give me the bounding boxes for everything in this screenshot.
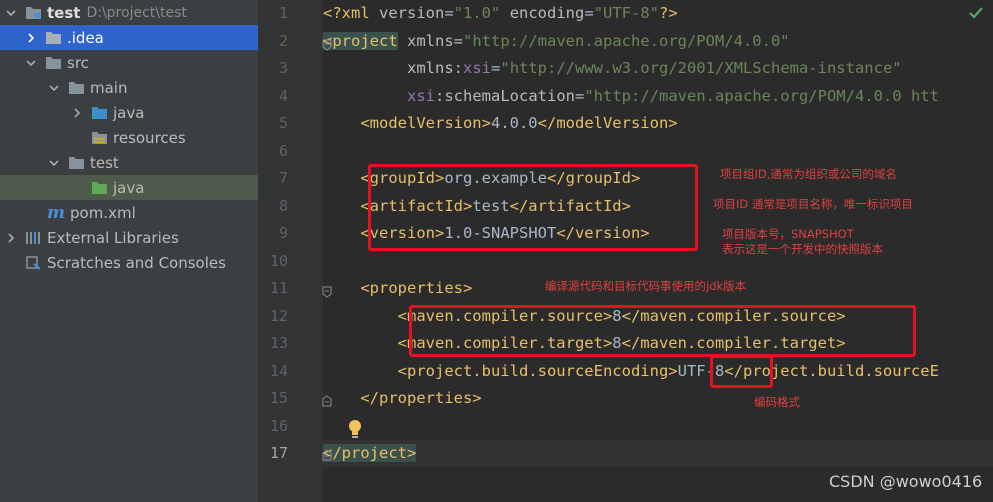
line-number: 16 xyxy=(269,417,288,435)
line-number: 10 xyxy=(269,252,288,270)
line-number: 17 xyxy=(269,444,288,462)
annotation-version-1: 项目版本号，SNAPSHOT xyxy=(722,227,854,241)
annotation-artifact-id: 项目ID 通常是项目名称，唯一标识项目 xyxy=(713,197,913,211)
code-line-17: </project> xyxy=(323,440,993,467)
fold-marker-icon[interactable] xyxy=(322,283,332,298)
watermark: CSDN @wowo0416 xyxy=(829,472,983,491)
project-tree: test D:\project\test .idea src main java… xyxy=(0,0,258,502)
line-number: 15 xyxy=(269,389,288,407)
line-number: 1 xyxy=(278,4,288,22)
line-number: 14 xyxy=(269,362,288,380)
folder-icon xyxy=(44,55,62,71)
source-folder-icon xyxy=(90,105,108,121)
tree-item-test-java[interactable]: java xyxy=(0,175,258,200)
tree-item-idea[interactable]: .idea xyxy=(0,25,258,50)
module-folder-icon xyxy=(24,5,42,21)
annotation-encoding: 编码格式 xyxy=(754,395,800,409)
code-line-3: xmlns:xsi="http://www.w3.org/2001/XMLSch… xyxy=(407,59,902,77)
tree-item-test-root[interactable]: test D:\project\test xyxy=(0,0,258,25)
annotation-box-compiler xyxy=(409,305,916,357)
code-line-14: <project.build.sourceEncoding>UTF-8</pro… xyxy=(397,362,939,380)
line-number: 4 xyxy=(278,87,288,105)
line-number: 3 xyxy=(278,59,288,77)
code-line-5: <modelVersion>4.0.0</modelVersion> xyxy=(360,114,678,132)
folder-icon xyxy=(44,30,62,46)
code-editor[interactable]: <?xml version="1.0" encoding="UTF-8"?> <… xyxy=(323,0,993,502)
folder-icon xyxy=(67,80,85,96)
chevron-down-icon[interactable] xyxy=(48,82,60,94)
tree-item-label: resources xyxy=(113,128,186,147)
tree-item-external-libraries[interactable]: External Libraries xyxy=(0,225,258,250)
tree-item-label: test xyxy=(47,3,81,22)
line-number: 5 xyxy=(278,114,288,132)
line-number: 2 xyxy=(278,32,288,50)
fold-marker-icon[interactable] xyxy=(322,446,332,461)
code-line-2: <project xmlns="http://maven.apache.org/… xyxy=(323,32,790,50)
code-line-1: <?xml version="1.0" encoding="UTF-8"?> xyxy=(323,4,678,22)
tree-item-label: Scratches and Consoles xyxy=(47,253,226,272)
chevron-right-icon[interactable] xyxy=(5,232,17,244)
line-number-gutter: 1 2 3 4 5 6 7 8 9 10 11 12 13 14 15 16 1… xyxy=(258,0,323,502)
line-number: 11 xyxy=(269,279,288,297)
chevron-down-icon[interactable] xyxy=(5,7,17,19)
annotation-group-id: 项目组ID,通常为组织或公司的域名 xyxy=(720,167,897,181)
line-number: 12 xyxy=(269,307,288,325)
tree-item-test[interactable]: test xyxy=(0,150,258,175)
line-number: 13 xyxy=(269,334,288,352)
annotation-box-encoding xyxy=(710,355,773,388)
code-line-4: xsi:schemaLocation="http://maven.apache.… xyxy=(407,87,939,105)
scratches-icon xyxy=(24,255,42,271)
maven-icon: m xyxy=(47,202,65,223)
libraries-icon xyxy=(24,230,42,246)
inspection-ok-icon[interactable] xyxy=(968,5,984,21)
folder-icon xyxy=(67,155,85,171)
tree-item-main-java[interactable]: java xyxy=(0,100,258,125)
tree-item-main[interactable]: main xyxy=(0,75,258,100)
line-number: 6 xyxy=(278,142,288,160)
annotation-version-2: 表示这是一个开发中的快照版本 xyxy=(722,242,883,256)
tree-item-label: .idea xyxy=(67,28,104,47)
chevron-down-icon[interactable] xyxy=(25,57,37,69)
tree-item-label: java xyxy=(113,103,145,122)
tree-item-label: test xyxy=(90,153,119,172)
tree-item-pom[interactable]: m pom.xml xyxy=(0,200,258,225)
tree-item-label: External Libraries xyxy=(47,228,179,247)
test-folder-icon xyxy=(90,180,108,196)
annotation-box-coordinates xyxy=(368,164,698,251)
line-number: 8 xyxy=(278,197,288,215)
annotation-properties: 编译源代码和目标代码事使用的jdk版本 xyxy=(545,279,747,293)
resources-folder-icon xyxy=(90,130,108,146)
lightbulb-icon[interactable] xyxy=(346,418,364,440)
line-number: 7 xyxy=(278,169,288,187)
tree-item-src[interactable]: src xyxy=(0,50,258,75)
tree-item-scratches[interactable]: Scratches and Consoles xyxy=(0,250,258,275)
tree-item-label: pom.xml xyxy=(70,203,136,222)
chevron-right-icon[interactable] xyxy=(71,107,83,119)
fold-marker-icon[interactable] xyxy=(322,392,332,407)
project-path: D:\project\test xyxy=(86,4,187,21)
tree-item-label: src xyxy=(67,53,89,72)
fold-marker-icon[interactable] xyxy=(322,36,332,51)
chevron-down-icon[interactable] xyxy=(48,157,60,169)
tree-item-label: java xyxy=(113,178,145,197)
line-number: 9 xyxy=(278,224,288,242)
code-line-15: </properties> xyxy=(360,389,482,407)
tree-item-label: main xyxy=(90,78,128,97)
chevron-right-icon[interactable] xyxy=(25,32,37,44)
tree-item-resources[interactable]: resources xyxy=(0,125,258,150)
